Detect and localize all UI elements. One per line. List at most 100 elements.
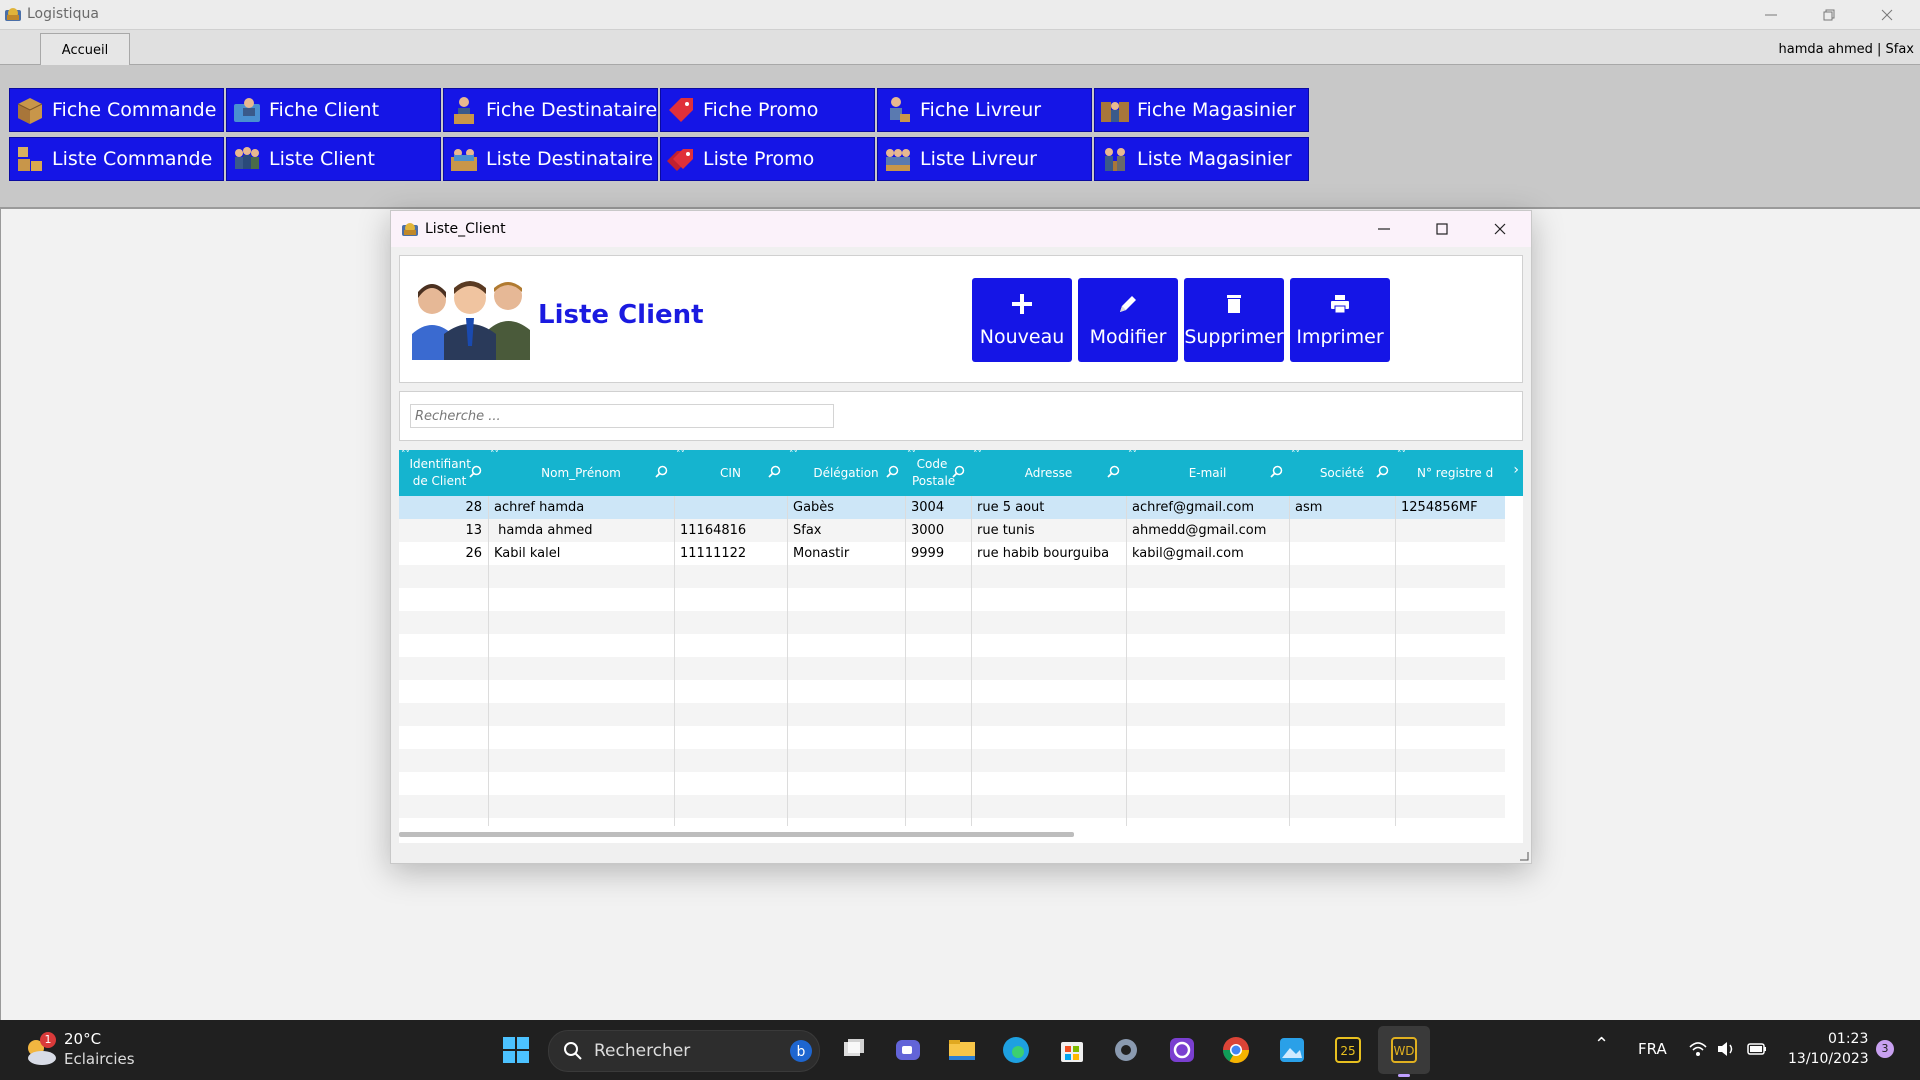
volume-icon[interactable] xyxy=(1716,1040,1736,1058)
fiche-commande-button[interactable]: Fiche Commande xyxy=(9,88,224,132)
app-titlebar: Logistiqua xyxy=(0,0,1920,30)
liste-promo-button[interactable]: Liste Promo xyxy=(660,137,875,181)
child-minimize-button[interactable] xyxy=(1355,211,1413,247)
column-header-adresse[interactable]: ˄˅ Adresse xyxy=(971,450,1126,496)
liste-client-label: Liste Client xyxy=(269,148,375,170)
column-header-societe[interactable]: ˄˅ Société xyxy=(1289,450,1395,496)
cell-id: 26 xyxy=(465,546,482,561)
app-purple-icon[interactable] xyxy=(1166,1034,1198,1066)
task-view-icon[interactable] xyxy=(838,1034,870,1066)
cell-id: 28 xyxy=(465,500,482,515)
horizontal-scrollbar[interactable] xyxy=(399,826,1523,843)
client-folder-icon xyxy=(234,98,260,122)
liste-commande-button[interactable]: Liste Commande xyxy=(9,137,224,181)
search-label: Rechercher xyxy=(594,1041,691,1061)
child-close-button[interactable] xyxy=(1471,211,1529,247)
teams-chat-icon[interactable] xyxy=(892,1034,924,1066)
sort-icon: ˄˅ xyxy=(401,450,410,460)
file-explorer-icon[interactable] xyxy=(946,1034,978,1066)
column-header-identifiant[interactable]: ˄˅ Identifiant de Client xyxy=(399,450,488,496)
windev-icon[interactable]: WD xyxy=(1388,1034,1420,1066)
restore-button[interactable] xyxy=(1800,0,1858,29)
column-header-cin[interactable]: ˄˅ CIN xyxy=(674,450,787,496)
liste-livreur-button[interactable]: Liste Livreur xyxy=(877,137,1092,181)
photos-icon[interactable] xyxy=(1276,1034,1308,1066)
chevron-up-icon[interactable]: ⌃ xyxy=(1594,1034,1609,1055)
wifi-icon[interactable] xyxy=(1688,1040,1708,1058)
table-row[interactable]: 26 Kabil kalel 11111122 Monastir 9999 ru… xyxy=(399,542,1505,565)
sort-icon: ˄˅ xyxy=(973,450,982,460)
recipients-icon xyxy=(451,149,477,171)
resize-grip-icon[interactable] xyxy=(1519,851,1529,861)
search-icon[interactable] xyxy=(469,465,482,478)
minimize-button[interactable] xyxy=(1742,0,1800,29)
column-header-code-postale[interactable]: ˄˅ Code Postale xyxy=(905,450,971,496)
liste-destinataire-button[interactable]: Liste Destinataire xyxy=(443,137,658,181)
child-maximize-button[interactable] xyxy=(1413,211,1471,247)
liste-destinataire-label: Liste Destinataire xyxy=(486,148,654,170)
table-row[interactable]: 13 hamda ahmed 11164816 Sfax 3000 rue tu… xyxy=(399,519,1505,542)
svg-text:b: b xyxy=(797,1044,806,1060)
liste-commande-label: Liste Commande xyxy=(52,148,213,170)
app-yellow-icon[interactable]: 25 xyxy=(1332,1034,1364,1066)
weather-widget[interactable]: 1 xyxy=(22,1032,60,1068)
fiche-promo-button[interactable]: Fiche Promo xyxy=(660,88,875,132)
table-row[interactable]: 28 achref hamda Gabès 3004 rue 5 aout ac… xyxy=(399,496,1505,519)
fiche-destinataire-button[interactable]: Fiche Destinataire xyxy=(443,88,658,132)
windows-start-icon[interactable] xyxy=(500,1034,532,1066)
imprimer-label: Imprimer xyxy=(1296,326,1384,348)
search-icon[interactable] xyxy=(1376,465,1389,478)
edge-icon[interactable] xyxy=(1000,1034,1032,1066)
taskbar-search[interactable]: Rechercher b xyxy=(548,1030,820,1072)
notification-badge[interactable]: 3 xyxy=(1876,1040,1894,1058)
supprimer-button[interactable]: Supprimer xyxy=(1184,278,1284,362)
cell-adresse: rue habib bourguiba xyxy=(977,546,1110,561)
delivery-men-icon xyxy=(886,149,910,171)
chrome-icon[interactable] xyxy=(1220,1034,1252,1066)
column-header-nom-prenom[interactable]: ˄˅ Nom_Prénom xyxy=(488,450,674,496)
column-header-delegation[interactable]: ˄˅ Délégation xyxy=(787,450,905,496)
fiche-livreur-label: Fiche Livreur xyxy=(920,99,1042,121)
fiche-destinataire-label: Fiche Destinataire xyxy=(486,99,658,121)
imprimer-button[interactable]: Imprimer xyxy=(1290,278,1390,362)
search-icon[interactable] xyxy=(886,465,899,478)
search-input[interactable] xyxy=(410,404,834,428)
search-icon[interactable] xyxy=(768,465,781,478)
liste-client-window: Liste_Client Liste Client Nouveau Modifi… xyxy=(390,210,1532,864)
search-icon[interactable] xyxy=(655,465,668,478)
liste-magasinier-button[interactable]: Liste Magasinier xyxy=(1094,137,1309,181)
battery-icon[interactable] xyxy=(1746,1040,1768,1058)
close-button[interactable] xyxy=(1858,0,1916,29)
settings-gear-icon[interactable] xyxy=(1110,1034,1142,1066)
search-icon[interactable] xyxy=(1107,465,1120,478)
language-indicator[interactable]: FRA xyxy=(1638,1040,1667,1058)
printer-icon xyxy=(1331,295,1349,314)
bing-icon[interactable]: b xyxy=(789,1039,813,1063)
app-logo-icon xyxy=(5,8,21,21)
column-header-email[interactable]: ˄˅ E-mail xyxy=(1126,450,1289,496)
clock-date[interactable]: 13/10/2023 xyxy=(1788,1051,1869,1067)
weather-temp: 20°C xyxy=(64,1030,102,1048)
store-icon[interactable] xyxy=(1056,1034,1088,1066)
nouveau-button[interactable]: Nouveau xyxy=(972,278,1072,362)
tab-accueil[interactable]: Accueil xyxy=(40,33,130,66)
search-icon[interactable] xyxy=(952,465,965,478)
plus-icon xyxy=(1012,294,1032,314)
column-header-registre[interactable]: ˄˅ N° registre d › xyxy=(1395,450,1523,496)
scrollbar-thumb[interactable] xyxy=(399,832,1074,837)
fiche-magasinier-button[interactable]: Fiche Magasinier xyxy=(1094,88,1309,132)
cell-delegation: Monastir xyxy=(793,546,850,561)
weather-desc: Eclaircies xyxy=(64,1050,135,1068)
fiche-client-button[interactable]: Fiche Client xyxy=(226,88,441,132)
clients-people-icon xyxy=(412,281,530,360)
close-icon xyxy=(1881,9,1893,20)
cell-adresse: rue 5 aout xyxy=(977,500,1045,515)
liste-magasinier-label: Liste Magasinier xyxy=(1137,148,1292,170)
weather-badge: 1 xyxy=(40,1032,56,1048)
search-icon[interactable] xyxy=(1270,465,1283,478)
liste-client-button[interactable]: Liste Client xyxy=(226,137,441,181)
fiche-livreur-button[interactable]: Fiche Livreur xyxy=(877,88,1092,132)
clock-time[interactable]: 01:23 xyxy=(1828,1031,1868,1047)
scroll-right-icon[interactable]: › xyxy=(1513,462,1519,479)
modifier-button[interactable]: Modifier xyxy=(1078,278,1178,362)
